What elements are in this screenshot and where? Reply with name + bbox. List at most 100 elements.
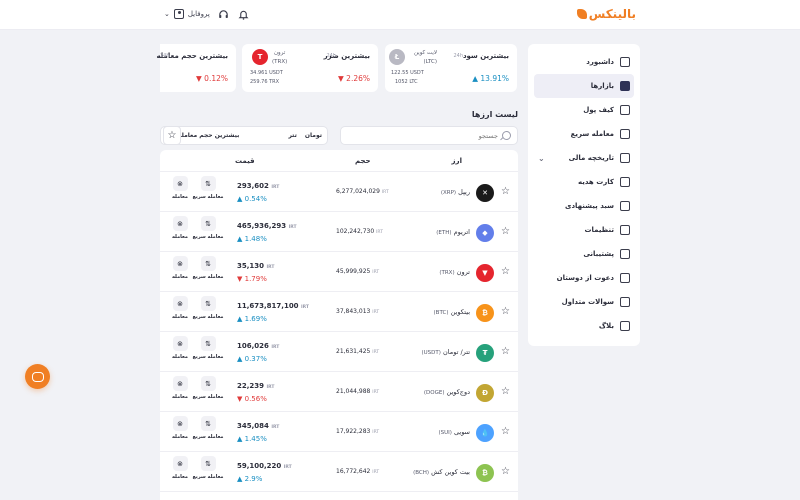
trade-button[interactable]: ⊗ معامله bbox=[164, 336, 196, 360]
coin-price: 106,026 IRT bbox=[237, 342, 279, 350]
table-row[interactable]: ☆ Ð دوج‌کوین (DOGE) 21,044,988 IRT 22,239 IR… bbox=[160, 372, 518, 412]
coin-volume: 102,242,730 IRT bbox=[336, 228, 383, 235]
trade-button[interactable]: ⊗ معامله bbox=[164, 416, 196, 440]
trade-icon: ⊗ bbox=[172, 336, 188, 351]
search-input[interactable] bbox=[358, 131, 498, 140]
unit-label: IRT bbox=[372, 470, 380, 475]
sort-label: بیشترین حجم معامله bbox=[178, 132, 240, 139]
favorite-star-icon[interactable]: ☆ bbox=[501, 266, 510, 277]
sidebar-item-label: معامله سریع bbox=[570, 130, 614, 138]
table-row[interactable]: ☆ ₿ بیت کوین کش (BCH) 16,772,642 IRT 59,100,… bbox=[160, 452, 518, 492]
sidebar-item-label: کارت هدیه bbox=[578, 178, 614, 186]
sidebar-item-quick-trade[interactable]: معامله سریع bbox=[534, 122, 634, 146]
table-row[interactable]: ☆ ▼ ترون (TRX) 45,999,925 IRT 35,130 IRT ▼ 1.… bbox=[160, 252, 518, 292]
sidebar-item-blog[interactable]: بلاگ bbox=[534, 314, 634, 338]
sidebar-item-support[interactable]: پشتیبانی bbox=[534, 242, 634, 266]
chat-support-button[interactable] bbox=[25, 364, 50, 389]
favorite-star-icon[interactable]: ☆ bbox=[501, 306, 510, 317]
favorites-star-icon[interactable]: ☆ bbox=[163, 126, 181, 145]
favorite-star-icon[interactable]: ☆ bbox=[501, 426, 510, 437]
filter-toman[interactable]: تومان bbox=[305, 132, 322, 139]
quick-trade-button[interactable]: ⇅ معامله سریع bbox=[192, 456, 224, 480]
coin-symbol: (DOGE) bbox=[423, 390, 445, 396]
table-row[interactable]: ☆ ₿ بیتکوین (BTC) 37,843,013 IRT 11,673,817,… bbox=[160, 292, 518, 332]
bell-icon[interactable] bbox=[238, 8, 250, 20]
trade-icon: ⊗ bbox=[172, 376, 188, 391]
sidebar-item-label: داشبورد bbox=[586, 58, 614, 66]
coin-symbol: (USDT) bbox=[421, 350, 441, 356]
sidebar-item-label: کیف پول bbox=[583, 106, 614, 114]
unit-label: IRT bbox=[376, 230, 383, 235]
tron-icon: T bbox=[252, 49, 268, 65]
table-row[interactable]: ☆ 💧 سویی (SUI) 17,922,283 IRT 345,084 IRT ▲ 1… bbox=[160, 412, 518, 452]
coin-icon: ✕ bbox=[476, 184, 494, 202]
sidebar-item-label: سبد پیشنهادی bbox=[565, 202, 614, 210]
sidebar-item-gift-card[interactable]: کارت هدیه bbox=[534, 170, 634, 194]
sidebar-item-history[interactable]: تاریخچه مالی ⌄ bbox=[534, 146, 634, 170]
sidebar-item-markets[interactable]: بازارها bbox=[534, 74, 634, 98]
trade-button[interactable]: ⊗ معامله bbox=[164, 216, 196, 240]
sidebar-item-dashboard[interactable]: داشبورد bbox=[534, 50, 634, 74]
coin-icon: ₮ bbox=[476, 344, 494, 362]
filter-tether[interactable]: تتر bbox=[288, 132, 296, 139]
sidebar-item-settings[interactable]: تنظیمات bbox=[534, 218, 634, 242]
unit-label: IRT bbox=[372, 430, 380, 435]
search-box[interactable] bbox=[340, 126, 518, 145]
sidebar-item-basket[interactable]: سبد پیشنهادی bbox=[534, 194, 634, 218]
quick-trade-button[interactable]: ⇅ معامله سریع bbox=[192, 216, 224, 240]
coin-name: تتر/ تومان (USDT) bbox=[421, 348, 470, 356]
column-asset: ارز bbox=[451, 157, 462, 165]
coin-symbol: (XRP) bbox=[440, 190, 457, 196]
quick-trade-button[interactable]: ⇅ معامله سریع bbox=[192, 336, 224, 360]
blog-icon bbox=[620, 321, 630, 331]
favorite-star-icon[interactable]: ☆ bbox=[501, 186, 510, 197]
favorite-star-icon[interactable]: ☆ bbox=[501, 346, 510, 357]
coin-change-value: 1.79% bbox=[244, 275, 267, 283]
quick-trade-button[interactable]: ⇅ معامله سریع bbox=[192, 176, 224, 200]
trade-icon: ⊗ bbox=[172, 176, 188, 191]
coin-price: 345,084 IRT bbox=[237, 422, 279, 430]
trade-label: معامله bbox=[172, 354, 188, 360]
table-row[interactable]: ☆ ◆ اتریوم (ETH) 102,242,730 IRT 465,936,293… bbox=[160, 212, 518, 252]
coin-name: بیتکوین (BTC) bbox=[434, 308, 470, 316]
stat-card-top-volume[interactable]: بیشترین حجم معامله 24h ▼ 0.12% bbox=[156, 44, 236, 92]
quick-trade-button[interactable]: ⇅ معامله سریع bbox=[192, 296, 224, 320]
swap-icon: ⇅ bbox=[200, 296, 216, 311]
trade-button[interactable]: ⊗ معامله bbox=[164, 376, 196, 400]
profile-button[interactable]: ⌄ پروفایل bbox=[164, 9, 210, 19]
sidebar-item-faq[interactable]: سوالات متداول bbox=[534, 290, 634, 314]
quick-trade-button[interactable]: ⇅ معامله سریع bbox=[192, 376, 224, 400]
basket-icon bbox=[620, 201, 630, 211]
trade-button[interactable]: ⊗ معامله bbox=[164, 296, 196, 320]
coin-name-text: سویی bbox=[453, 428, 470, 436]
stat-card-top-loss[interactable]: بیشترین ضرر 24h T ترون (TRX) 34.961 USDT… bbox=[242, 44, 378, 92]
unit-label: IRT bbox=[288, 225, 297, 230]
table-row[interactable]: ☆ ₮ تتر/ تومان (USDT) 21,631,425 IRT 106,026… bbox=[160, 332, 518, 372]
favorite-star-icon[interactable]: ☆ bbox=[501, 466, 510, 477]
coin-change-value: 0.56% bbox=[244, 395, 267, 403]
quick-trade-label: معامله سریع bbox=[192, 234, 224, 240]
trade-button[interactable]: ⊗ معامله bbox=[164, 176, 196, 200]
settings-icon bbox=[620, 225, 630, 235]
logo[interactable]: بالینکس bbox=[576, 7, 636, 21]
sidebar-item-label: بازارها bbox=[590, 82, 614, 90]
favorite-star-icon[interactable]: ☆ bbox=[501, 226, 510, 237]
wallet-icon bbox=[620, 105, 630, 115]
stat-change-value: 2.26% bbox=[346, 74, 370, 83]
coin-volume: 45,999,925 IRT bbox=[336, 268, 379, 275]
headset-icon[interactable] bbox=[218, 8, 230, 20]
favorite-star-icon[interactable]: ☆ bbox=[501, 386, 510, 397]
quick-trade-button[interactable]: ⇅ معامله سریع bbox=[192, 256, 224, 280]
sidebar-item-invite[interactable]: دعوت از دوستان bbox=[534, 266, 634, 290]
trade-button[interactable]: ⊗ معامله bbox=[164, 256, 196, 280]
quick-trade-button[interactable]: ⇅ معامله سریع bbox=[192, 416, 224, 440]
coin-price-value: 293,602 bbox=[237, 182, 269, 190]
stat-card-top-profit[interactable]: بیشترین سود 24h Ł لایت کوین (LTC) 122.55… bbox=[385, 44, 517, 92]
sidebar-item-label: تنظیمات bbox=[584, 226, 614, 234]
currency-table: ارز حجم قیمت ☆ ✕ ریپل (XRP) 6,277,024,029 I… bbox=[160, 150, 518, 500]
stat-title: بیشترین سود bbox=[462, 52, 509, 60]
table-row[interactable]: ☆ ✕ ریپل (XRP) 6,277,024,029 IRT 293,602 IRT… bbox=[160, 172, 518, 212]
trade-button[interactable]: ⊗ معامله bbox=[164, 456, 196, 480]
sidebar-item-wallet[interactable]: کیف پول bbox=[534, 98, 634, 122]
sidebar-item-label: پشتیبانی bbox=[583, 250, 614, 258]
